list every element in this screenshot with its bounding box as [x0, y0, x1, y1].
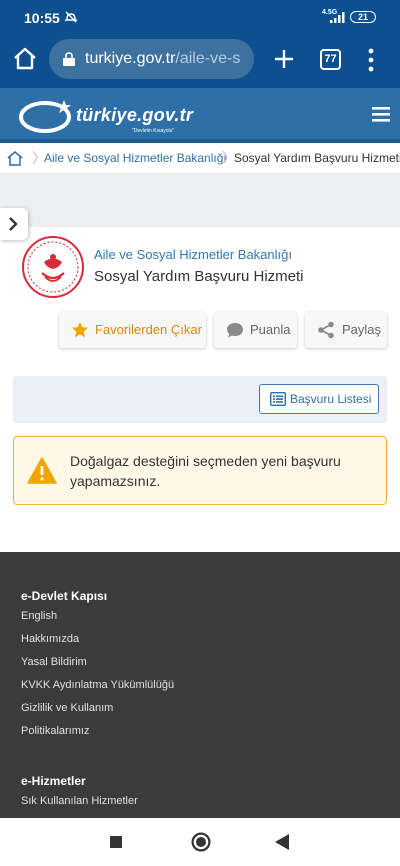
browser-toolbar: turkiye.gov.tr/aile-ve-s 77: [0, 34, 400, 88]
rate-button[interactable]: Puanla: [214, 312, 297, 348]
footer-link-policies[interactable]: Politikalarımız: [21, 725, 89, 737]
do-not-disturb-icon: [64, 11, 78, 23]
footer-link-frequent-services[interactable]: Sık Kullanılan Hizmetler: [21, 795, 138, 807]
footer-section-title: e-Hizmetler: [21, 774, 86, 788]
share-label: Paylaş: [342, 322, 382, 337]
battery-icon: 21: [350, 11, 376, 23]
back-icon[interactable]: [275, 834, 289, 850]
footer-link-privacy[interactable]: Gizlilik ve Kullanım: [21, 702, 113, 714]
footer-link-kvkk[interactable]: KVKK Aydınlatma Yükümlülüğü: [21, 679, 174, 691]
logo-swoosh-icon: [19, 100, 71, 133]
ministry-logo: [22, 236, 84, 298]
url-path: /aile-ve-s: [175, 50, 241, 67]
signal-icon: [330, 12, 345, 23]
status-time: 10:55: [24, 10, 60, 26]
application-list-label: Başvuru Listesi: [290, 392, 372, 406]
lock-icon: [63, 52, 75, 66]
remove-favorite-button[interactable]: Favorilerden Çıkar: [59, 312, 206, 348]
logo-slogan: "Devletin Kısayolu": [132, 128, 175, 134]
url-bar[interactable]: turkiye.gov.tr/aile-ve-s: [49, 39, 254, 79]
recent-apps-icon[interactable]: [110, 836, 122, 848]
url-domain: turkiye.gov.tr: [85, 50, 176, 67]
footer-section-title: e-Devlet Kapısı: [21, 589, 108, 603]
application-list-panel: Başvuru Listesi: [13, 376, 387, 423]
footer: e-Devlet Kapısı English Hakkımızda Yasal…: [0, 552, 400, 818]
breadcrumb-home-icon[interactable]: [6, 150, 24, 166]
new-tab-icon[interactable]: [272, 47, 296, 71]
logo-text: türkiye.gov.tr: [76, 105, 194, 125]
service-content: Aile ve Sosyal Hizmetler Bakanlığı Sosya…: [0, 227, 400, 552]
home-circle-icon[interactable]: [191, 832, 211, 852]
ministry-name[interactable]: Aile ve Sosyal Hizmetler Bakanlığı: [94, 247, 292, 262]
share-button[interactable]: Paylaş: [305, 312, 387, 348]
tabs-button[interactable]: 77: [320, 49, 341, 70]
list-icon: [270, 392, 286, 406]
breadcrumb-ministry-link[interactable]: Aile ve Sosyal Hizmetler Bakanlığı: [44, 143, 227, 173]
side-panel-toggle[interactable]: [0, 208, 28, 240]
rate-label: Puanla: [250, 322, 291, 337]
footer-link-about[interactable]: Hakkımızda: [21, 633, 79, 645]
star-icon: [72, 322, 88, 338]
remove-favorite-label: Favorilerden Çıkar: [95, 322, 202, 337]
comment-icon: [227, 323, 243, 338]
menu-dots-icon[interactable]: [363, 47, 379, 73]
warning-message: Doğalgaz desteğini seçmeden yeni başvuru…: [70, 453, 341, 489]
application-list-button[interactable]: Başvuru Listesi: [259, 384, 379, 414]
footer-link-english[interactable]: English: [21, 610, 57, 622]
chevron-right-icon: [9, 217, 18, 231]
status-bar: 10:55 4.5G 21: [0, 0, 400, 34]
share-icon: [318, 321, 334, 339]
page-title: Sosyal Yardım Başvuru Hizmeti: [94, 268, 304, 285]
footer-link-legal[interactable]: Yasal Bildirim: [21, 656, 87, 668]
hamburger-icon[interactable]: [372, 106, 390, 122]
site-logo[interactable]: türkiye.gov.tr "Devletin Kısayolu": [18, 94, 218, 138]
warning-icon: [27, 457, 57, 484]
site-header: türkiye.gov.tr "Devletin Kısayolu": [0, 88, 400, 143]
page-banner: [0, 173, 400, 227]
home-icon[interactable]: [12, 46, 38, 72]
android-nav-bar: [0, 818, 400, 866]
warning-alert: Doğalgaz desteğini seçmeden yeni başvuru…: [13, 436, 387, 505]
breadcrumb-current: Sosyal Yardım Başvuru Hizmeti: [234, 151, 400, 165]
breadcrumb: 〉 Aile ve Sosyal Hizmetler Bakanlığı 〉 S…: [0, 143, 400, 173]
